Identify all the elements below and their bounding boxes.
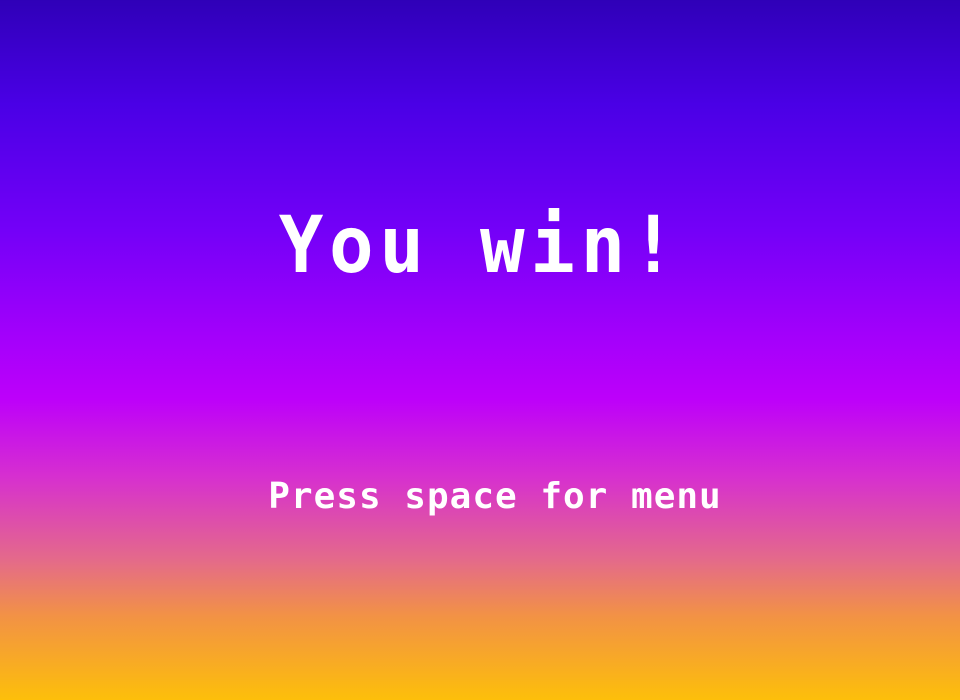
- win-title: You win!: [278, 201, 682, 291]
- menu-prompt: Press space for menu: [268, 476, 722, 517]
- win-screen: You win! Press space for menu: [0, 0, 960, 700]
